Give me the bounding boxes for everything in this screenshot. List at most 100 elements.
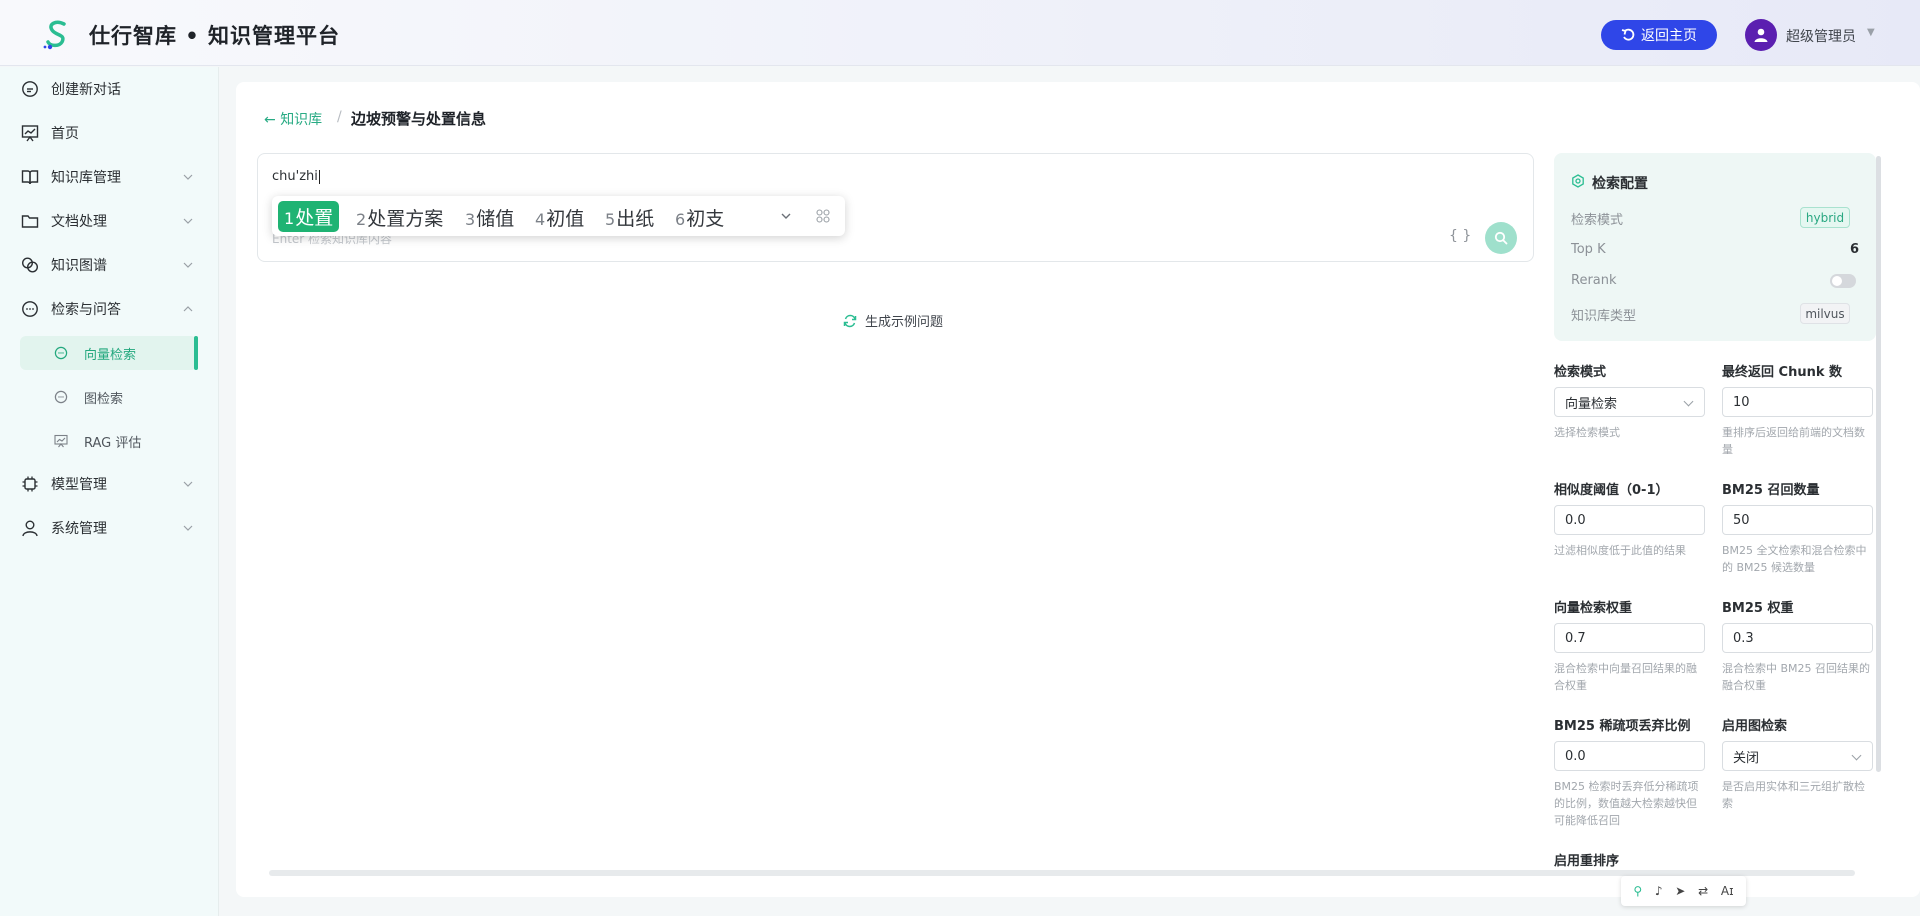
sidebar-subitem-rag-eval[interactable]: RAG 评估 <box>0 421 219 461</box>
bm25-recall-input[interactable]: 50 <box>1722 505 1873 535</box>
sidebar-item-label: 首页 <box>51 126 79 142</box>
rerank-toggle[interactable] <box>1830 274 1856 288</box>
search-mode-select[interactable]: 向量检索 <box>1554 387 1705 417</box>
user-icon <box>1754 28 1768 42</box>
ime-candidate-text: 处置 <box>295 207 334 229</box>
bm25-recall-value: 50 <box>1733 512 1750 528</box>
sidebar-item-label: 创建新对话 <box>51 82 121 98</box>
ime-candidate-text: 初支 <box>686 208 725 230</box>
chevron-down-icon <box>183 262 193 268</box>
user-name[interactable]: 超级管理员 <box>1786 26 1856 46</box>
query-input[interactable]: chu'zhi <box>272 169 320 184</box>
vector-weight-value: 0.7 <box>1565 630 1586 646</box>
sidebar-item-doc-processing[interactable]: 文档处理 <box>0 201 219 241</box>
bm25-weight-label: BM25 权重 <box>1722 601 1794 616</box>
sidebar-subitem-graph-search[interactable]: 图检索 <box>0 377 219 417</box>
vector-weight-input[interactable]: 0.7 <box>1554 623 1705 653</box>
grid-icon[interactable] <box>816 209 830 223</box>
similarity-value: 0.0 <box>1565 512 1586 528</box>
avatar[interactable] <box>1745 19 1777 51</box>
ime-candidate-text: 出纸 <box>616 208 655 230</box>
search-mode-value: 向量检索 <box>1565 396 1618 412</box>
query-input-value: chu'zhi <box>272 169 318 184</box>
floating-toolbar: ⚲ ♪ ➤ ⇄ Aɪ <box>1621 876 1746 906</box>
ime-candidate[interactable]: 6初支 <box>675 204 724 231</box>
final-chunks-input[interactable]: 10 <box>1722 387 1873 417</box>
page-title: 边坡预警与处置信息 <box>351 110 487 128</box>
config-kb-type-label: 知识库类型 <box>1571 309 1637 324</box>
generate-example-button[interactable]: 生成示例问题 <box>843 311 943 330</box>
ime-candidate-number: 2 <box>356 210 367 229</box>
config-scrollbar[interactable] <box>1876 156 1881 772</box>
sidebar-subitem-label: 向量检索 <box>84 347 137 363</box>
chat-bubble-icon <box>54 346 68 360</box>
config-mode-label: 检索模式 <box>1571 213 1624 228</box>
sidebar-item-search-qa[interactable]: 检索与问答 <box>0 289 219 329</box>
config-topk-value: 6 <box>1850 242 1860 257</box>
vector-weight-label: 向量检索权重 <box>1554 601 1633 616</box>
breadcrumb-back-link[interactable]: ← 知识库 <box>264 109 322 129</box>
pin-icon[interactable]: ⚲ <box>1633 884 1642 898</box>
graph-search-value: 关闭 <box>1733 750 1760 766</box>
back-home-button[interactable]: 返回主页 <box>1601 20 1717 50</box>
sidebar-item-kb-management[interactable]: 知识库管理 <box>0 157 219 197</box>
similarity-label: 相似度阈值（0-1） <box>1554 483 1669 498</box>
rerank-enable-label: 启用重排序 <box>1554 854 1620 869</box>
sidebar-item-home[interactable]: 首页 <box>0 113 219 153</box>
horizontal-scrollbar[interactable] <box>269 870 1855 876</box>
book-icon <box>21 170 39 185</box>
sidebar-item-label: 文档处理 <box>51 214 107 230</box>
chevron-up-icon <box>183 306 193 312</box>
translate-icon[interactable]: ⇄ <box>1698 884 1708 898</box>
bm25-drop-input[interactable]: 0.0 <box>1554 741 1705 771</box>
breadcrumb-back-label: 知识库 <box>280 112 323 128</box>
mic-icon[interactable]: ♪ <box>1655 884 1663 898</box>
config-mode-badge: hybrid <box>1800 207 1850 228</box>
ai-icon[interactable]: Aɪ <box>1721 884 1734 898</box>
chat-plus-icon <box>22 81 38 97</box>
sidebar-subitem-label: RAG 评估 <box>84 435 142 451</box>
similarity-input[interactable]: 0.0 <box>1554 505 1705 535</box>
active-indicator <box>194 336 198 370</box>
config-topk-label: Top K <box>1571 242 1606 257</box>
generate-example-label: 生成示例问题 <box>865 315 944 330</box>
bm25-recall-help: BM25 全文检索和混合检索中的 BM25 候选数量 <box>1722 544 1867 574</box>
sidebar-subitem-vector-search[interactable]: 向量检索 <box>0 333 219 373</box>
sidebar-subitem-label: 图检索 <box>84 391 124 407</box>
text-caret <box>318 169 320 184</box>
ime-candidate[interactable]: 3储值 <box>465 204 514 231</box>
sidebar-item-system-management[interactable]: 系统管理 <box>0 508 219 548</box>
ime-candidate[interactable]: 2处置方案 <box>356 204 443 231</box>
graph-icon <box>21 257 39 273</box>
chat-bubble-icon <box>54 390 68 404</box>
send-icon[interactable]: ➤ <box>1675 884 1685 898</box>
bm25-drop-label: BM25 稀疏项丢弃比例 <box>1554 719 1691 734</box>
chevron-down-icon <box>183 218 193 224</box>
chart-icon <box>21 125 39 142</box>
sidebar-item-label: 知识库管理 <box>51 170 121 186</box>
chevron-down-icon[interactable] <box>780 210 792 222</box>
bm25-weight-input[interactable]: 0.3 <box>1722 623 1873 653</box>
final-chunks-value: 10 <box>1733 394 1750 410</box>
sidebar-item-knowledge-graph[interactable]: 知识图谱 <box>0 245 219 285</box>
sidebar-item-label: 知识图谱 <box>51 258 107 274</box>
config-kb-type-badge: milvus <box>1800 303 1850 324</box>
graph-search-select[interactable]: 关闭 <box>1722 741 1873 771</box>
user-icon <box>22 520 38 537</box>
chevron-down-icon[interactable]: ▼ <box>1867 27 1875 38</box>
graph-search-help: 是否启用实体和三元组扩散检索 <box>1722 780 1865 810</box>
ime-candidate-number: 4 <box>535 210 546 229</box>
sidebar-item-model-management[interactable]: 模型管理 <box>0 464 219 504</box>
search-button[interactable] <box>1485 222 1517 254</box>
ime-candidate[interactable]: 4初值 <box>535 204 584 231</box>
search-mode-label: 检索模式 <box>1554 365 1607 380</box>
ime-candidate[interactable]: 5出纸 <box>605 204 654 231</box>
sidebar-item-label: 模型管理 <box>51 477 107 493</box>
gear-icon <box>1572 174 1584 188</box>
sidebar-item-new-chat[interactable]: 创建新对话 <box>0 69 219 109</box>
braces-button[interactable]: { } <box>1449 228 1471 244</box>
ime-candidate-text: 储值 <box>476 208 515 230</box>
ime-candidate-number: 5 <box>605 210 616 229</box>
bm25-weight-value: 0.3 <box>1733 630 1754 646</box>
ime-candidate[interactable]: 1处置 <box>278 201 340 232</box>
